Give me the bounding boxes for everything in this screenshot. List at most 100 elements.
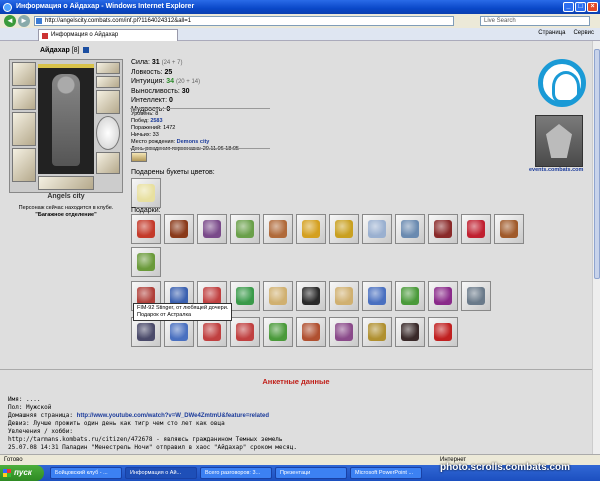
close-button[interactable]: × — [587, 2, 598, 12]
gift-item[interactable] — [131, 247, 161, 277]
gift-item[interactable] — [197, 214, 227, 244]
search-input[interactable]: Live Search — [480, 16, 590, 26]
windows-flag-icon — [3, 469, 11, 477]
taskbar-item[interactable]: Презентаци — [275, 467, 347, 479]
back-icon[interactable]: ◄ — [4, 15, 16, 27]
gift-item[interactable] — [263, 214, 293, 244]
gift-item[interactable] — [461, 214, 491, 244]
weapon-slot[interactable] — [12, 112, 36, 146]
gift-item[interactable] — [329, 317, 359, 347]
info-icon[interactable] — [83, 47, 90, 54]
gift-item[interactable] — [395, 214, 425, 244]
gift-icon — [434, 323, 452, 341]
tab-character-info[interactable]: Информация о Айдахар — [38, 29, 178, 41]
anket-hobby-label: Увлечения / хобби: — [8, 428, 74, 435]
taskbar-item[interactable]: Бойцовский клуб - ... — [50, 467, 122, 479]
tools-menu-button[interactable]: Сервис — [573, 30, 594, 36]
page-menu-button[interactable]: Страница — [538, 30, 565, 36]
stat-row: Интуиция: 34 (20 + 14) — [131, 78, 201, 85]
gift-item[interactable] — [362, 317, 392, 347]
gift-item[interactable] — [131, 214, 161, 244]
amulet-slot[interactable] — [12, 88, 36, 110]
gift-item[interactable] — [296, 281, 326, 311]
maximize-button[interactable]: □ — [575, 2, 586, 12]
gift-item[interactable] — [164, 317, 194, 347]
gift-item[interactable] — [395, 317, 425, 347]
gift-item[interactable] — [197, 317, 227, 347]
scrollbar-thumb[interactable] — [594, 49, 600, 279]
combats-logo-icon[interactable] — [538, 59, 586, 107]
gift-item[interactable] — [494, 214, 524, 244]
anket-hobby-2: 25.07.08 14:31 Паладин "Менестрель Ночи"… — [8, 444, 297, 451]
anket-block: Имя: .... Пол: Мужской Домашняя страница… — [8, 396, 588, 452]
armor-slot[interactable] — [12, 148, 36, 182]
homepage-link[interactable]: http://www.youtube.com/watch?v=W_DWe4Zmt… — [77, 413, 269, 419]
gift-item[interactable] — [395, 281, 425, 311]
taskbar-item[interactable]: Microsoft PowerPoint ... — [350, 467, 422, 479]
gift-item[interactable] — [329, 281, 359, 311]
page-content: Айдахар [8] Angels city Персонаж сейчас … — [0, 41, 592, 454]
gift-item[interactable] — [461, 281, 491, 311]
gift-item[interactable] — [230, 214, 260, 244]
window-titlebar: Информация о Айдахар - Windows Internet … — [0, 0, 600, 14]
figure-icon — [52, 74, 80, 166]
gift-item[interactable] — [230, 281, 260, 311]
location-line: Персонаж сейчас находится в клубе. — [18, 205, 114, 211]
gift-item[interactable] — [263, 281, 293, 311]
character-name-line: Айдахар [8] — [40, 47, 90, 54]
gift-item[interactable] — [428, 214, 458, 244]
taskbar-item[interactable]: Информация о Ай... — [125, 467, 197, 479]
detail-row: Поражений: 1472 — [131, 125, 176, 131]
gift-icon — [500, 220, 518, 238]
details-block: Уровень: 8 Побед: 2583 Поражений: 1472 Н… — [131, 111, 239, 153]
gift-item[interactable] — [329, 214, 359, 244]
shield-slot[interactable] — [96, 116, 120, 150]
gift-tooltip: FIM-92 Stinger, от любящей дочери. Подар… — [133, 303, 233, 321]
gift-icon — [368, 287, 386, 305]
ring-slot-2[interactable] — [96, 76, 120, 88]
character-doll — [9, 59, 123, 193]
clan-badge-icon[interactable] — [131, 152, 147, 162]
gift-item[interactable] — [362, 281, 392, 311]
start-button[interactable]: пуск — [0, 465, 44, 481]
belt-slot[interactable] — [38, 176, 94, 190]
stat-row: Выносливость: 30 — [131, 88, 190, 95]
gift-icon — [335, 220, 353, 238]
gift-icon — [137, 323, 155, 341]
forward-icon[interactable]: ► — [18, 15, 30, 27]
gift-icon — [236, 220, 254, 238]
anket-gender: Пол: Мужской — [8, 404, 52, 411]
gift-icon — [467, 287, 485, 305]
detail-row: Место рождения: Demons city — [131, 139, 210, 145]
anket-motto: Девиз: Лучше прожить один день как тигр … — [8, 420, 225, 427]
taskbar-item[interactable]: Всего разговоров: 3... — [200, 467, 272, 479]
status-text: Готово — [4, 457, 23, 463]
gift-item[interactable] — [263, 317, 293, 347]
gift-item[interactable] — [296, 317, 326, 347]
gift-icon — [302, 220, 320, 238]
events-link[interactable]: events.combats.com — [529, 167, 583, 173]
anket-homepage: Домашняя страница: http://www.youtube.co… — [8, 412, 270, 419]
events-banner-icon[interactable] — [535, 115, 583, 167]
gloves-slot[interactable] — [96, 90, 120, 114]
tab-bar: Информация о Айдахар Страница Сервис — [0, 28, 600, 41]
gift-item[interactable] — [296, 214, 326, 244]
bouquet-icon — [137, 184, 155, 202]
gift-item[interactable] — [164, 214, 194, 244]
minimize-button[interactable]: _ — [563, 2, 574, 12]
ring-slot-1[interactable] — [96, 62, 120, 74]
gift-item[interactable] — [428, 281, 458, 311]
gift-icon — [203, 220, 221, 238]
address-input[interactable]: http://angelscity.combats.com/inf.pl?116… — [34, 16, 454, 26]
boots-slot[interactable] — [96, 152, 120, 174]
watermark: photo.scrolls.combats.com — [440, 462, 571, 473]
flower-bouquet-item[interactable] — [131, 178, 161, 208]
gift-item[interactable] — [428, 317, 458, 347]
gift-item[interactable] — [230, 317, 260, 347]
vertical-scrollbar[interactable] — [592, 41, 600, 454]
gift-icon — [434, 287, 452, 305]
helmet-slot[interactable] — [12, 62, 36, 86]
anket-title: Анкетные данные — [262, 377, 330, 386]
gift-item[interactable] — [131, 317, 161, 347]
gift-item[interactable] — [362, 214, 392, 244]
